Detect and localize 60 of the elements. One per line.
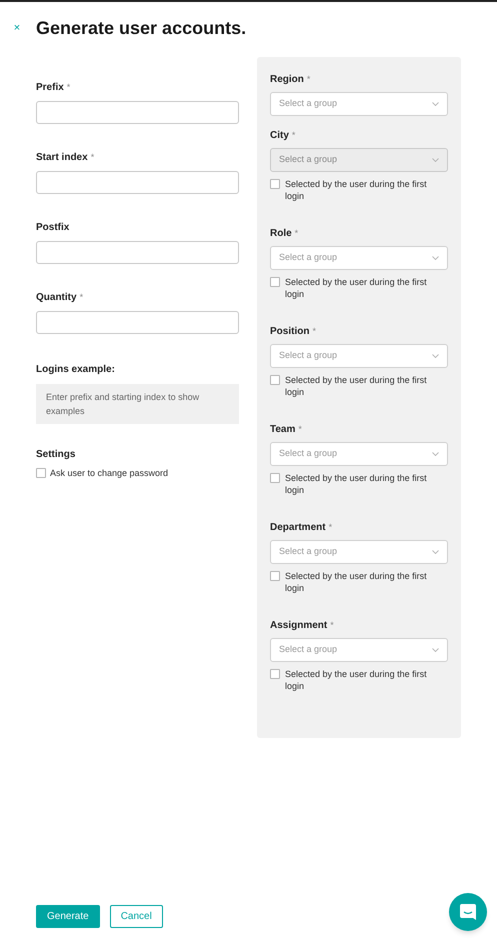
required-mark: * bbox=[328, 521, 332, 534]
chevron-down-icon bbox=[432, 158, 439, 162]
required-mark: * bbox=[298, 423, 302, 436]
chat-button[interactable] bbox=[449, 893, 487, 931]
checkbox-label: Selected by the user during the first login bbox=[285, 178, 428, 202]
chevron-down-icon bbox=[432, 550, 439, 554]
chevron-down-icon bbox=[432, 452, 439, 456]
checkbox[interactable] bbox=[36, 468, 46, 478]
chat-icon bbox=[459, 903, 477, 921]
text-field[interactable] bbox=[36, 311, 239, 334]
checkbox-label: Selected by the user during the first login bbox=[285, 668, 428, 692]
page-title: Generate user accounts. bbox=[36, 17, 246, 40]
field-label: Postfix bbox=[36, 221, 70, 235]
checkbox-label: Selected by the user during the first login bbox=[285, 374, 428, 398]
field-label: Prefix bbox=[36, 81, 64, 95]
group-select[interactable]: Select a group bbox=[270, 638, 448, 662]
field-label: Role bbox=[270, 227, 292, 241]
checkbox-label: Selected by the user during the first login bbox=[285, 276, 428, 300]
field-label: City bbox=[270, 129, 289, 143]
chevron-down-icon bbox=[432, 354, 439, 358]
checkbox[interactable] bbox=[270, 375, 280, 385]
required-mark: * bbox=[312, 325, 316, 338]
checkbox-label: Ask user to change password bbox=[50, 467, 168, 480]
text-field[interactable] bbox=[36, 241, 239, 264]
checkbox-label: Selected by the user during the first login bbox=[285, 472, 428, 496]
checkbox[interactable] bbox=[270, 669, 280, 679]
group-select[interactable]: Select a group bbox=[270, 92, 448, 116]
checkbox-label: Selected by the user during the first login bbox=[285, 570, 428, 594]
field-label: Quantity bbox=[36, 291, 77, 305]
required-mark: * bbox=[306, 73, 310, 86]
chevron-down-icon bbox=[432, 648, 439, 652]
required-mark: * bbox=[66, 81, 70, 94]
group-select[interactable]: Select a group bbox=[270, 540, 448, 564]
text-field[interactable] bbox=[36, 101, 239, 124]
required-mark: * bbox=[330, 619, 334, 632]
cancel-button[interactable]: Cancel bbox=[110, 905, 163, 928]
chevron-down-icon bbox=[432, 102, 439, 106]
field-label: Region bbox=[270, 73, 304, 87]
required-mark: * bbox=[294, 227, 298, 240]
examples-panel: Enter prefix and starting index to show examples bbox=[36, 384, 239, 424]
required-mark: * bbox=[80, 291, 84, 304]
generate-button[interactable]: Generate bbox=[36, 905, 100, 928]
field-label: Department bbox=[270, 521, 326, 535]
field-label: Position bbox=[270, 325, 310, 339]
group-select[interactable]: Select a group bbox=[270, 442, 448, 466]
section-label: Logins example: bbox=[36, 363, 116, 377]
chevron-down-icon bbox=[432, 256, 439, 260]
section-label: Settings bbox=[36, 448, 76, 462]
group-select[interactable]: Select a group bbox=[270, 246, 448, 270]
checkbox[interactable] bbox=[270, 473, 280, 483]
required-mark: * bbox=[90, 151, 94, 164]
checkbox[interactable] bbox=[270, 571, 280, 581]
field-label: Start index bbox=[36, 151, 88, 165]
text-field[interactable] bbox=[36, 171, 239, 194]
required-mark: * bbox=[292, 129, 296, 142]
group-select[interactable]: Select a group bbox=[270, 344, 448, 368]
field-label: Assignment bbox=[270, 619, 328, 633]
field-label: Team bbox=[270, 423, 296, 437]
checkbox[interactable] bbox=[270, 277, 280, 287]
close-button[interactable]: × bbox=[12, 23, 22, 34]
